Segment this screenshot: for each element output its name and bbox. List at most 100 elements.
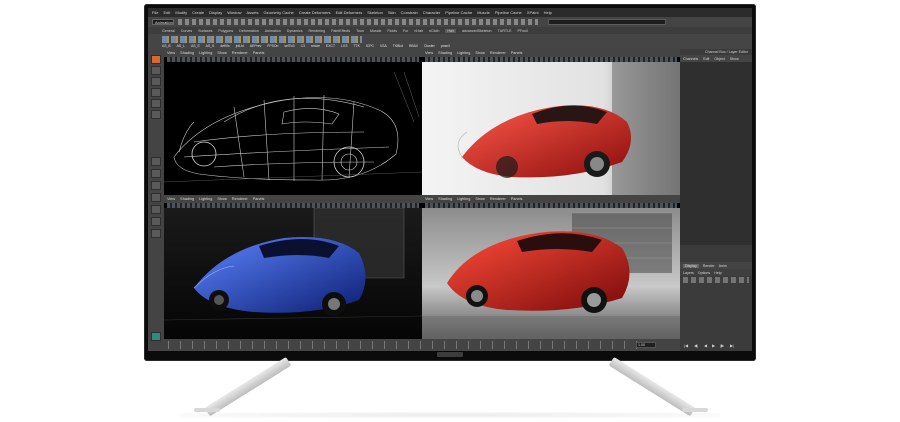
shelf-button-label[interactable]: VSA <box>380 44 387 48</box>
vp-menu-view[interactable]: View <box>425 197 433 201</box>
shelf-buttons[interactable] <box>162 36 362 43</box>
vp-menu-show[interactable]: Show <box>475 197 485 201</box>
vp-menu-show[interactable]: Show <box>217 197 227 201</box>
shelf-button-label[interactable]: AS_S <box>206 44 215 48</box>
menu-create-deformers[interactable]: Create Deformers <box>299 10 331 15</box>
menu-help[interactable]: Help <box>544 10 552 15</box>
cb-menu-show[interactable]: Show <box>730 57 739 61</box>
go-to-start-icon[interactable]: |◀ <box>684 343 688 348</box>
shelf-button-label[interactable]: AS_S <box>191 44 200 48</box>
shelf-button-label[interactable]: FPSOn <box>267 44 278 48</box>
shelf-tab-animation[interactable]: Animation <box>265 29 281 33</box>
shelf-tab-dynamics[interactable]: Dynamics <box>287 29 303 33</box>
layer-editor-buttons[interactable] <box>683 277 749 283</box>
play-backwards-icon[interactable]: ◀ <box>704 343 707 348</box>
layer-tab-render[interactable]: Render <box>703 264 715 268</box>
vp-menu-shading[interactable]: Shading <box>180 197 194 201</box>
vp-menu-view[interactable]: View <box>167 51 175 55</box>
menu-modify[interactable]: Modify <box>175 10 187 15</box>
paint-select-tool-icon[interactable] <box>151 77 161 86</box>
vp-menu-renderer[interactable]: Renderer <box>490 197 506 201</box>
cb-menu-edit[interactable]: Edit <box>703 57 709 61</box>
shelf-button-label[interactable]: tCPC <box>366 44 374 48</box>
vp-menu-shading[interactable]: Shading <box>180 51 194 55</box>
shelf-button-label[interactable]: EXCT <box>326 44 335 48</box>
shelf-button-label[interactable]: AS_B <box>162 44 171 48</box>
menu-edit[interactable]: Edit <box>163 10 170 15</box>
menu-file[interactable]: File <box>152 10 158 15</box>
shelf-tab-advancedskeleton[interactable]: advancedSkeleton <box>462 29 492 33</box>
menu-display[interactable]: Display <box>209 10 222 15</box>
shelf-button-label[interactable]: AEPrev <box>250 44 262 48</box>
vp-menu-renderer[interactable]: Renderer <box>232 51 248 55</box>
vp-menu-panels[interactable]: Panels <box>511 197 523 201</box>
viewport-bottom-right[interactable]: View Shading Lighting Show Renderer Pane… <box>422 195 680 339</box>
go-to-end-icon[interactable]: ▶| <box>730 343 734 348</box>
vp-menu-lighting[interactable]: Lighting <box>457 197 470 201</box>
shelf-tab-muscle[interactable]: Muscle <box>370 29 381 33</box>
select-tool-icon[interactable] <box>151 55 161 64</box>
shelf-tab-fluids[interactable]: Fluids <box>387 29 397 33</box>
vp-menu-panels[interactable]: Panels <box>253 197 265 201</box>
shelf-tab-turtle[interactable]: TURTLE <box>498 29 512 33</box>
status-line-icons[interactable] <box>178 19 538 25</box>
command-input[interactable] <box>548 19 666 25</box>
menu-character[interactable]: Character <box>423 10 441 15</box>
menu-skeleton[interactable]: Skeleton <box>367 10 383 15</box>
layer-menu-options[interactable]: Options <box>698 271 710 275</box>
viewport-top-right[interactable]: View Shading Lighting Show Renderer Pane… <box>422 49 680 195</box>
shelf-button-label[interactable]: TKBlot <box>393 44 403 48</box>
menu-xpaint[interactable]: XPaint <box>527 10 539 15</box>
menu-create[interactable]: Create <box>192 10 204 15</box>
shelf-button-label[interactable]: LXS <box>341 44 347 48</box>
shelf-tab-fur[interactable]: Fur <box>403 29 408 33</box>
menu-window[interactable]: Window <box>227 10 241 15</box>
menu-muscle[interactable]: Muscle <box>477 10 490 15</box>
cb-menu-channels[interactable]: Channels <box>683 57 698 61</box>
vp-menu-shading[interactable]: Shading <box>438 51 452 55</box>
vp-menu-lighting[interactable]: Lighting <box>199 197 212 201</box>
viewport-top-left[interactable]: View Shading Lighting Show Renderer Pane… <box>164 49 422 195</box>
vp-menu-panels[interactable]: Panels <box>253 51 265 55</box>
viewport-bottom-left[interactable]: View Shading Lighting Show Renderer Pane… <box>164 195 422 339</box>
step-forward-key-icon[interactable]: |▶ <box>720 343 724 348</box>
shelf-tab-rendering[interactable]: Rendering <box>309 29 326 33</box>
step-back-key-icon[interactable]: ◀| <box>694 343 698 348</box>
menu-skin[interactable]: Skin <box>388 10 396 15</box>
shelf-button-label[interactable]: selToS <box>284 44 294 48</box>
menu-constrain[interactable]: Constrain <box>401 10 418 15</box>
shelf-tab-deformation[interactable]: Deformation <box>239 29 259 33</box>
shelf-tab-curves[interactable]: Curves <box>181 29 192 33</box>
layout-stack-icon[interactable] <box>151 193 161 202</box>
shelf-button-label[interactable]: poseX <box>441 44 451 48</box>
time-slider[interactable] <box>164 339 680 351</box>
shelf-button-label[interactable]: Cluster <box>424 44 435 48</box>
layer-menu-layers[interactable]: Layers <box>683 271 694 275</box>
shelf-tab-pfoull[interactable]: PFoull <box>517 29 527 33</box>
layout-outliner-icon[interactable] <box>151 205 161 214</box>
shelf-tab-surfaces[interactable]: Surfaces <box>198 29 212 33</box>
menu-geometry-cache[interactable]: Geometry Cache <box>264 10 294 15</box>
shelf-button-label[interactable]: jntLbl <box>236 44 244 48</box>
shelf-button-label[interactable]: C3 <box>301 44 305 48</box>
scale-tool-icon[interactable] <box>151 110 161 119</box>
channel-box-attributes[interactable] <box>680 62 752 245</box>
layout-side-icon[interactable] <box>151 181 161 190</box>
vp-menu-show[interactable]: Show <box>217 51 227 55</box>
shelf-tab-ncloth[interactable]: nCloth <box>429 29 439 33</box>
vp-menu-view[interactable]: View <box>167 197 175 201</box>
shelf-button-label[interactable]: AS_L <box>177 44 185 48</box>
shelf-button-label[interactable]: TTK <box>353 44 359 48</box>
vp-menu-renderer[interactable]: Renderer <box>232 197 248 201</box>
shelf-tab-general[interactable]: General <box>162 29 175 33</box>
vp-menu-lighting[interactable]: Lighting <box>457 51 470 55</box>
shelf-button-label[interactable]: resize <box>311 44 320 48</box>
menu-pipeline-cache-2[interactable]: Pipeline Cache <box>495 10 522 15</box>
layer-menu-help[interactable]: Help <box>714 271 721 275</box>
layout-four-icon[interactable] <box>151 169 161 178</box>
current-frame-field[interactable]: 1.00 <box>636 342 656 348</box>
vp-menu-show[interactable]: Show <box>475 51 485 55</box>
layer-tab-anim[interactable]: Anim <box>719 264 727 268</box>
vp-menu-renderer[interactable]: Renderer <box>490 51 506 55</box>
move-tool-icon[interactable] <box>151 88 161 97</box>
